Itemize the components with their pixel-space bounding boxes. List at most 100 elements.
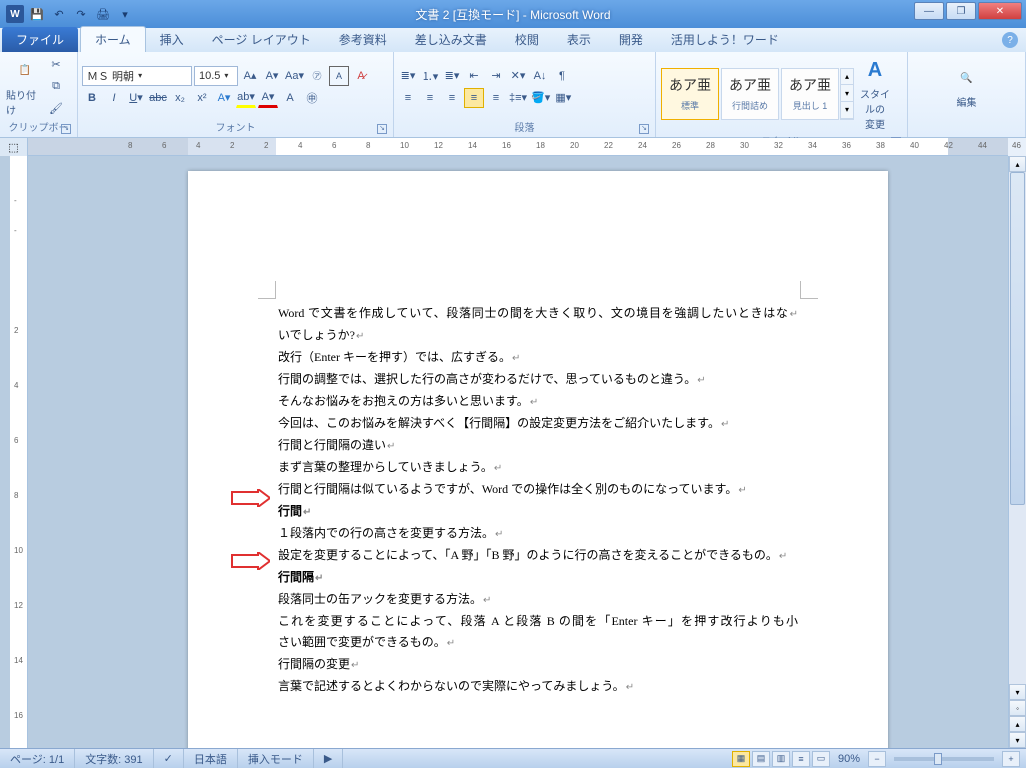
document-area[interactable]: Word で文書を作成していて、段落同士の間を大きく取り、文の境目を強調したいと… xyxy=(28,156,1008,748)
shrink-font-icon[interactable]: A▾ xyxy=(262,66,282,86)
shading-icon[interactable]: 🪣▾ xyxy=(530,88,551,108)
distributed-icon[interactable]: ≡ xyxy=(486,88,506,108)
minimize-button[interactable]: — xyxy=(914,2,944,20)
decrease-indent-icon[interactable]: ⇤ xyxy=(464,66,484,86)
character-shading-icon[interactable]: A xyxy=(280,88,300,108)
justify-icon[interactable]: ≡ xyxy=(464,88,484,108)
align-right-icon[interactable]: ≡ xyxy=(442,88,462,108)
line-spacing-icon[interactable]: ‡≡▾ xyxy=(508,88,528,108)
text-line: 改行（Enter キーを押す）では、広すぎる。 xyxy=(278,347,798,369)
text-line: 行間と行間隔は似ているようですが、Word での操作は全く別のものになっています… xyxy=(278,479,798,501)
align-center-icon[interactable]: ≡ xyxy=(420,88,440,108)
tab-addins[interactable]: 活用しよう！ワード xyxy=(657,27,793,52)
tab-developer[interactable]: 開発 xyxy=(605,27,657,52)
superscript-button[interactable]: x² xyxy=(192,88,212,108)
italic-button[interactable]: I xyxy=(104,88,124,108)
view-outline-icon[interactable]: ≡ xyxy=(792,751,810,767)
crop-mark xyxy=(800,281,818,299)
find-icon: 🔍 xyxy=(953,64,981,92)
phonetic-guide-icon[interactable]: ㋐ xyxy=(307,66,327,86)
subscript-button[interactable]: x₂ xyxy=(170,88,190,108)
underline-button[interactable]: U▾ xyxy=(126,88,146,108)
styles-scroll[interactable]: ▴▾▾ xyxy=(840,68,854,120)
strikethrough-button[interactable]: abc xyxy=(148,88,168,108)
change-styles-button[interactable]: A スタイルの 変更 xyxy=(854,54,896,133)
browse-object-icon[interactable]: ◦ xyxy=(1009,700,1026,716)
align-left-icon[interactable]: ≡ xyxy=(398,88,418,108)
vertical-scrollbar[interactable]: ▴ ▾ ◦ ▴ ▾ xyxy=(1008,156,1026,748)
paragraph-dialog-launcher[interactable]: ↘ xyxy=(639,124,649,134)
tab-mailings[interactable]: 差し込み文書 xyxy=(401,27,501,52)
status-language[interactable]: 日本語 xyxy=(184,749,238,768)
close-button[interactable]: ✕ xyxy=(978,2,1022,20)
vertical-ruler[interactable]: -- 24 68 1012 1416 xyxy=(10,156,28,748)
paste-button[interactable]: 📋 貼り付け xyxy=(4,55,46,119)
scroll-thumb[interactable] xyxy=(1010,172,1025,505)
tab-view[interactable]: 表示 xyxy=(553,27,605,52)
increase-indent-icon[interactable]: ⇥ xyxy=(486,66,506,86)
editing-button[interactable]: 🔍 編集 xyxy=(946,62,988,111)
numbering-icon[interactable]: ⒈▾ xyxy=(420,66,440,86)
copy-icon[interactable]: ⧉ xyxy=(46,77,66,97)
next-page-icon[interactable]: ▾ xyxy=(1009,732,1026,748)
view-draft-icon[interactable]: ▭ xyxy=(812,751,830,767)
font-name-combo[interactable]: ＭＳ 明朝▾ xyxy=(82,66,192,86)
style-normal[interactable]: あア亜標準 xyxy=(661,68,719,120)
style-heading1[interactable]: あア亜見出し 1 xyxy=(781,68,839,120)
tab-page-layout[interactable]: ページ レイアウト xyxy=(198,27,325,52)
clipboard-dialog-launcher[interactable]: ↘ xyxy=(61,124,71,134)
change-case-icon[interactable]: Aa▾ xyxy=(284,66,305,86)
asian-layout-icon[interactable]: ✕▾ xyxy=(508,66,528,86)
prev-page-icon[interactable]: ▴ xyxy=(1009,716,1026,732)
sort-icon[interactable]: A↓ xyxy=(530,66,550,86)
horizontal-ruler[interactable]: 8642246810121416182022242628303234363840… xyxy=(28,138,1008,156)
crop-mark xyxy=(258,281,276,299)
enclose-characters-icon[interactable]: ㊥ xyxy=(302,88,322,108)
tab-references[interactable]: 参考資料 xyxy=(325,27,401,52)
font-size-combo[interactable]: 10.5▾ xyxy=(194,66,238,86)
view-fullscreen-icon[interactable]: ▤ xyxy=(752,751,770,767)
bullets-icon[interactable]: ≣▾ xyxy=(398,66,418,86)
format-painter-icon[interactable]: 🖌 xyxy=(46,99,66,119)
text-line-heading: 行間隔 xyxy=(278,567,798,589)
grow-font-icon[interactable]: A▴ xyxy=(240,66,260,86)
clear-formatting-icon[interactable]: A̷ xyxy=(351,66,371,86)
status-proofing-icon[interactable]: ✓ xyxy=(154,749,184,768)
zoom-slider[interactable] xyxy=(894,757,994,761)
maximize-button[interactable]: ❐ xyxy=(946,2,976,20)
text-line: Word で文書を作成していて、段落同士の間を大きく取り、文の境目を強調したいと… xyxy=(278,303,798,325)
show-marks-icon[interactable]: ¶ xyxy=(552,66,572,86)
status-page[interactable]: ページ: 1/1 xyxy=(0,749,75,768)
view-web-icon[interactable]: ▥ xyxy=(772,751,790,767)
group-paragraph: ≣▾ ⒈▾ ≣▾ ⇤ ⇥ ✕▾ A↓ ¶ ≡ ≡ ≡ ≡ ≡ ‡≡▾ 🪣▾ xyxy=(394,52,656,137)
font-color-icon[interactable]: A▾ xyxy=(258,88,278,108)
status-macro-icon[interactable]: ▶ xyxy=(314,749,343,768)
font-dialog-launcher[interactable]: ↘ xyxy=(377,124,387,134)
zoom-in-button[interactable]: + xyxy=(1002,751,1020,767)
tab-file[interactable]: ファイル xyxy=(2,27,78,52)
text-effects-icon[interactable]: A▾ xyxy=(214,88,234,108)
status-insert-mode[interactable]: 挿入モード xyxy=(238,749,314,768)
ruler-area: ⬚ 86422468101214161820222426283032343638… xyxy=(0,138,1026,156)
highlight-color-icon[interactable]: ab▾ xyxy=(236,88,256,108)
bold-button[interactable]: B xyxy=(82,88,102,108)
text-line: 設定を変更することによって、「A 野」「B 野」のように行の高さを変えることがで… xyxy=(278,545,798,567)
style-no-spacing[interactable]: あア亜行間詰め xyxy=(721,68,779,120)
document-content[interactable]: Word で文書を作成していて、段落同士の間を大きく取り、文の境目を強調したいと… xyxy=(278,303,798,698)
scroll-down-icon[interactable]: ▾ xyxy=(1009,684,1026,700)
borders-icon[interactable]: ▦▾ xyxy=(553,88,573,108)
cut-icon[interactable]: ✂ xyxy=(46,55,66,75)
tab-insert[interactable]: 挿入 xyxy=(146,27,198,52)
text-line: さい範囲で変更ができるもの。 xyxy=(278,632,798,654)
tab-review[interactable]: 校閲 xyxy=(501,27,553,52)
help-icon[interactable]: ? xyxy=(1002,32,1018,48)
ruler-toggle[interactable]: ⬚ xyxy=(0,138,28,156)
tab-home[interactable]: ホーム xyxy=(80,26,146,52)
zoom-out-button[interactable]: − xyxy=(868,751,886,767)
status-word-count[interactable]: 文字数: 391 xyxy=(75,749,153,768)
character-border-icon[interactable]: A xyxy=(329,66,349,86)
zoom-level[interactable]: 90% xyxy=(838,753,860,765)
multilevel-list-icon[interactable]: ≣▾ xyxy=(442,66,462,86)
scroll-up-icon[interactable]: ▴ xyxy=(1009,156,1026,172)
view-print-layout-icon[interactable]: ▦ xyxy=(732,751,750,767)
